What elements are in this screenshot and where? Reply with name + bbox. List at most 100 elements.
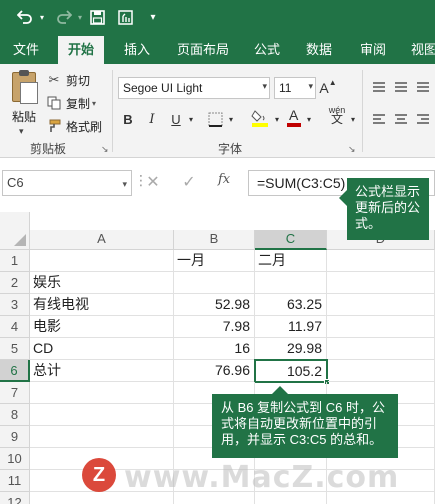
watermark-text: www.MacZ.com [124, 460, 400, 495]
save-icon[interactable] [86, 6, 108, 28]
row-header-4[interactable]: 4 [0, 316, 30, 338]
cell-b2[interactable] [174, 272, 255, 294]
cell-b4[interactable]: 7.98 [174, 316, 255, 338]
insert-function-icon[interactable]: fx [218, 172, 230, 187]
tab-home[interactable]: 开始 [58, 36, 104, 64]
cell-c4[interactable]: 11.97 [255, 316, 327, 338]
align-bottom-icon[interactable] [414, 76, 432, 98]
underline-button[interactable]: U [166, 108, 186, 130]
row-header-6[interactable]: 6 [0, 360, 30, 382]
paste-label: 粘贴 [11, 110, 36, 124]
cancel-icon[interactable]: ✕ [142, 170, 164, 194]
group-divider [112, 70, 113, 152]
customize-qat-icon[interactable]: ▾ [146, 6, 160, 28]
row-header-2[interactable]: 2 [0, 272, 30, 294]
chevron-down-icon: ▾ [308, 81, 313, 91]
row-header-12[interactable]: 12 [0, 492, 30, 504]
phonetic-button[interactable]: wén 文 [326, 104, 348, 126]
font-color-icon: A [287, 107, 301, 127]
tab-review[interactable]: 审阅 [352, 36, 394, 64]
font-color-button[interactable]: A [284, 106, 304, 128]
row-header-10[interactable]: 10 [0, 448, 30, 470]
cell-c5[interactable]: 29.98 [255, 338, 327, 360]
align-top-icon[interactable] [370, 76, 388, 98]
row-header-5[interactable]: 5 [0, 338, 30, 360]
tab-view[interactable]: 视图 [406, 36, 435, 64]
cell-a5[interactable]: CD [30, 338, 174, 360]
underline-dropdown-icon[interactable]: ▾ [186, 108, 196, 130]
cell-c1[interactable]: 二月 [255, 250, 327, 272]
cell-a7[interactable] [30, 382, 174, 404]
borders-dropdown-icon[interactable]: ▾ [226, 108, 236, 130]
font-launcher-icon[interactable]: ↘ [348, 144, 356, 155]
cell-c2[interactable] [255, 272, 327, 294]
tab-formulas[interactable]: 公式 [246, 36, 288, 64]
fill-color-button[interactable] [248, 106, 272, 128]
cell-a4[interactable]: 电影 [30, 316, 174, 338]
row-header-1[interactable]: 1 [0, 250, 30, 272]
cell-a9[interactable] [30, 426, 174, 448]
paste-button[interactable]: 粘贴 ▾ [6, 70, 42, 138]
redo-icon[interactable] [52, 6, 76, 28]
copy-button[interactable]: 复制 ▾ [46, 93, 96, 113]
row-header-3[interactable]: 3 [0, 294, 30, 316]
format-painter-button[interactable]: 格式刷 [46, 116, 102, 136]
increase-font-icon[interactable]: A ▲ [319, 77, 336, 99]
font-name-combo[interactable]: Segoe UI Light ▾ [118, 77, 270, 99]
column-header-b[interactable]: B [174, 230, 255, 250]
fill-color-dropdown-icon[interactable]: ▾ [272, 108, 282, 130]
cell-a8[interactable] [30, 404, 174, 426]
clipboard-launcher-icon[interactable]: ↘ [101, 144, 109, 155]
cell-b3[interactable]: 52.98 [174, 294, 255, 316]
enter-icon[interactable]: ✓ [178, 170, 200, 194]
cell-b5[interactable]: 16 [174, 338, 255, 360]
undo-dropdown-icon[interactable]: ▾ [36, 6, 48, 28]
column-header-a[interactable]: A [30, 230, 174, 250]
cell-d1[interactable] [327, 250, 435, 272]
select-all-corner[interactable] [0, 212, 30, 250]
paste-dropdown-icon[interactable]: ▾ [19, 126, 24, 137]
row-header-11[interactable]: 11 [0, 470, 30, 492]
ribbon-tabs: 文件 开始 插入 页面布局 公式 数据 审阅 视图 [0, 36, 435, 64]
cell-b6[interactable]: 76.96 [174, 360, 255, 382]
font-color-dropdown-icon[interactable]: ▾ [304, 108, 314, 130]
row-header-9[interactable]: 9 [0, 426, 30, 448]
align-middle-icon[interactable] [392, 76, 410, 98]
tab-file[interactable]: 文件 [6, 36, 46, 64]
redo-dropdown-icon[interactable]: ▾ [74, 6, 86, 28]
name-box[interactable]: C6 ▾ [2, 170, 132, 196]
phonetic-dropdown-icon[interactable]: ▾ [348, 108, 358, 130]
copy-formula-callout: 从 B6 复制公式到 C6 时，公式将自动更改新位置中的引用，并显示 C3:C5… [212, 386, 398, 458]
tab-insert[interactable]: 插入 [114, 36, 160, 64]
bold-button[interactable]: B [118, 108, 138, 130]
cell-c6[interactable]: 105.2 [254, 359, 328, 383]
copy-dropdown-icon[interactable]: ▾ [92, 99, 96, 108]
cell-d4[interactable] [327, 316, 435, 338]
fill-bucket-icon [251, 110, 268, 127]
cell-b1[interactable]: 一月 [174, 250, 255, 272]
font-size-combo[interactable]: 11 ▾ [274, 77, 316, 99]
cell-a3[interactable]: 有线电视 [30, 294, 174, 316]
cell-c3[interactable]: 63.25 [255, 294, 327, 316]
tab-page-layout[interactable]: 页面布局 [170, 36, 236, 64]
tab-data[interactable]: 数据 [298, 36, 340, 64]
cell-a2[interactable]: 娱乐 [30, 272, 174, 294]
align-center-icon[interactable] [392, 108, 410, 130]
align-right-icon[interactable] [414, 108, 432, 130]
scissors-icon: ✂ [48, 72, 60, 87]
row-header-7[interactable]: 7 [0, 382, 30, 404]
cell-d3[interactable] [327, 294, 435, 316]
cell-a6[interactable]: 总计 [30, 360, 174, 382]
cell-d5[interactable] [327, 338, 435, 360]
cell-a1[interactable] [30, 250, 174, 272]
cut-button[interactable]: ✂ 剪切 [46, 70, 90, 90]
row-header-8[interactable]: 8 [0, 404, 30, 426]
svg-text:A: A [289, 107, 299, 123]
borders-button[interactable] [204, 108, 226, 130]
cell-d6[interactable] [328, 360, 435, 382]
italic-button[interactable]: I [142, 108, 162, 130]
align-left-icon[interactable] [370, 108, 388, 130]
column-header-c[interactable]: C [255, 230, 327, 250]
cell-d2[interactable] [327, 272, 435, 294]
touch-mode-icon[interactable] [114, 6, 136, 28]
